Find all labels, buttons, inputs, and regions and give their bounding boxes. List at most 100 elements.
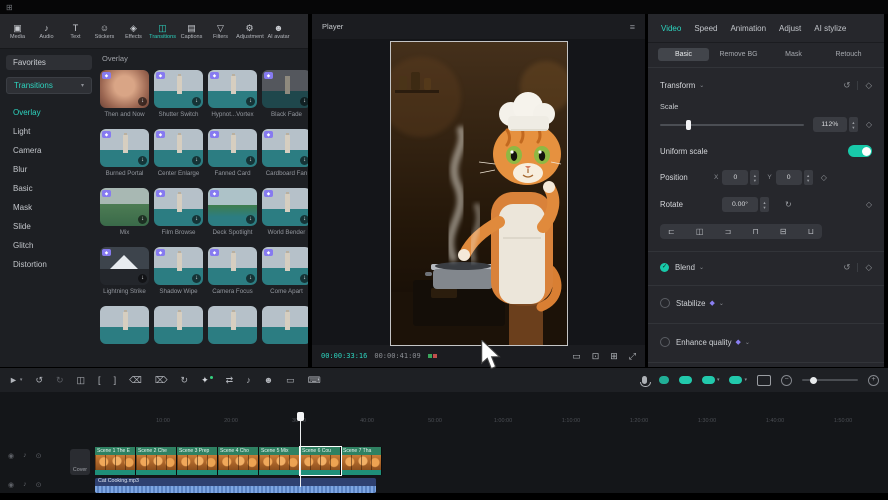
stabilize-checkbox[interactable] xyxy=(660,298,670,308)
download-icon[interactable]: ↓ xyxy=(300,215,308,224)
align-right-icon[interactable]: ⊐ xyxy=(725,227,732,236)
zoom-in-icon[interactable]: + xyxy=(868,375,879,386)
tab-effects[interactable]: ◈Effects xyxy=(119,22,148,40)
video-frame[interactable] xyxy=(391,42,567,345)
uniform-scale-toggle[interactable] xyxy=(848,145,872,157)
tab-captions[interactable]: ▤Captions xyxy=(177,22,206,40)
subtab-basic[interactable]: Basic xyxy=(658,48,709,61)
lock-track-icon[interactable]: ⊙ xyxy=(36,452,42,460)
clip-scene-5[interactable]: Scene 5 Mix xyxy=(259,447,300,475)
audio-extract-button[interactable]: ♪ xyxy=(246,375,251,385)
tab-speed[interactable]: Speed xyxy=(694,24,717,33)
align-center-h-icon[interactable]: ◫ xyxy=(696,227,704,236)
tab-ai-stylize[interactable]: AI stylize xyxy=(814,24,846,33)
rotate-value[interactable]: 0.00° xyxy=(722,197,758,212)
collection-dropdown[interactable]: Transitions ▾ xyxy=(6,77,92,94)
transition-item[interactable] xyxy=(262,306,308,344)
category-mask[interactable]: Mask xyxy=(6,198,92,217)
mute-track-icon[interactable]: ♪ xyxy=(23,481,27,489)
align-bottom-icon[interactable]: ⊔ xyxy=(808,227,814,236)
stabilize-label[interactable]: Stabilize xyxy=(676,299,705,308)
fullscreen-icon[interactable]: ⤢ xyxy=(629,351,636,362)
tab-stickers[interactable]: ☺Stickers xyxy=(90,22,119,40)
tab-adjustment[interactable]: ⚙Adjustment xyxy=(235,22,264,40)
screen-view-icon[interactable] xyxy=(757,375,771,386)
link-clips-toggle[interactable]: ▾ xyxy=(702,376,720,384)
category-distortion[interactable]: Distortion xyxy=(6,255,92,274)
trim-left-button[interactable]: [ xyxy=(98,375,101,385)
transition-item[interactable]: ◆↓Burned Portal xyxy=(100,129,149,177)
player-menu-icon[interactable]: ≡ xyxy=(630,22,635,32)
keyboard-shortcuts-button[interactable]: ⌨ xyxy=(308,375,321,386)
auto-snap-toggle[interactable] xyxy=(679,376,692,384)
trim-right-button[interactable]: ] xyxy=(114,375,117,385)
align-left-icon[interactable]: ⊏ xyxy=(668,227,675,236)
clip-scene-1[interactable]: Scene 1 The E xyxy=(95,447,136,475)
audio-clip[interactable]: Cat Cooking.mp3 xyxy=(95,478,376,493)
download-icon[interactable]: ↓ xyxy=(300,274,308,283)
hide-track-icon[interactable]: ◉ xyxy=(8,481,14,489)
tab-media[interactable]: ▣Media xyxy=(3,22,32,40)
clip-scene-3[interactable]: Scene 3 Prep xyxy=(177,447,218,475)
position-y-value[interactable]: 0 xyxy=(776,170,802,185)
transition-item[interactable] xyxy=(100,306,149,344)
mic-record-icon[interactable] xyxy=(642,376,647,384)
category-camera[interactable]: Camera xyxy=(6,141,92,160)
transition-item[interactable] xyxy=(154,306,203,344)
timeline-zoom-slider[interactable] xyxy=(802,379,858,381)
transition-item[interactable] xyxy=(208,306,257,344)
transition-item[interactable]: ◆↓Come Apart xyxy=(262,247,308,295)
download-icon[interactable]: ↓ xyxy=(246,274,255,283)
subtab-mask[interactable]: Mask xyxy=(768,48,819,61)
keyframe-scale-icon[interactable]: ◇ xyxy=(866,120,872,129)
delete-right-button[interactable]: ⌦ xyxy=(155,375,168,386)
tab-filters[interactable]: ▽Filters xyxy=(206,22,235,40)
snapshot-icon[interactable]: ⊡ xyxy=(592,351,600,362)
download-icon[interactable]: ↓ xyxy=(192,215,201,224)
transition-item[interactable]: ◆↓Film Browse xyxy=(154,188,203,236)
category-blur[interactable]: Blur xyxy=(6,160,92,179)
enhance-quality-label[interactable]: Enhance quality xyxy=(676,338,731,347)
transition-item[interactable]: ◆↓Center Enlarge xyxy=(154,129,203,177)
quality-grid-icon[interactable]: ⊞ xyxy=(610,351,618,362)
category-light[interactable]: Light xyxy=(6,122,92,141)
ai-wand-button[interactable]: ✦ xyxy=(201,375,213,386)
transition-item[interactable]: ◆↓World Bender xyxy=(262,188,308,236)
transition-item[interactable]: ◆↓Hypnot...Vortex xyxy=(208,70,257,118)
tab-video[interactable]: Video xyxy=(661,24,681,33)
keyframe-transform-icon[interactable]: ◇ xyxy=(865,80,872,91)
download-icon[interactable]: ↓ xyxy=(138,274,147,283)
scale-value[interactable]: 112% xyxy=(813,117,847,132)
transform-section-label[interactable]: Transform xyxy=(660,81,695,90)
subtab-retouch[interactable]: Retouch xyxy=(823,48,874,61)
favorites-button[interactable]: Favorites xyxy=(6,55,92,70)
scale-slider-handle[interactable] xyxy=(686,120,691,130)
tab-audio[interactable]: ♪Audio xyxy=(32,22,61,40)
tab-ai-avatar[interactable]: ☻AI avatar xyxy=(264,22,293,40)
transition-item[interactable]: ◆↓Deck Spotlight xyxy=(208,188,257,236)
keyframe-rotate-icon[interactable]: ◇ xyxy=(866,200,872,209)
cover-button[interactable]: Cover xyxy=(70,449,90,475)
tab-animation[interactable]: Animation xyxy=(730,24,766,33)
mute-track-icon[interactable]: ♪ xyxy=(23,452,27,460)
category-overlay[interactable]: Overlay xyxy=(6,103,92,122)
download-icon[interactable]: ↓ xyxy=(300,97,308,106)
tab-adjust[interactable]: Adjust xyxy=(779,24,801,33)
loop-button[interactable]: ↻ xyxy=(181,375,189,386)
clip-scene-6-selected[interactable]: Scene 6 Cou xyxy=(300,447,341,475)
download-icon[interactable]: ↓ xyxy=(192,156,201,165)
timeline-ruler[interactable]: 10:00 20:00 30:00 40:00 50:00 1:00:00 1:… xyxy=(0,418,888,430)
redo-button[interactable]: ↻ xyxy=(56,375,64,386)
extract-person-button[interactable]: ☻ xyxy=(264,375,273,385)
tab-transitions[interactable]: ◫Transitions xyxy=(148,22,177,40)
align-middle-icon[interactable]: ⊟ xyxy=(780,227,787,236)
transition-item[interactable]: ◆↓Shutter Switch xyxy=(154,70,203,118)
magnetic-track-toggle[interactable] xyxy=(659,376,669,384)
transition-item[interactable]: ◆↓Mix xyxy=(100,188,149,236)
scale-stepper[interactable]: ▴▾ xyxy=(849,117,858,132)
transition-item[interactable]: ◆↓Cardboard Fan xyxy=(262,129,308,177)
keyframe-blend-icon[interactable]: ◇ xyxy=(865,262,872,273)
download-icon[interactable]: ↓ xyxy=(246,156,255,165)
tab-text[interactable]: TText xyxy=(61,22,90,40)
playhead-handle[interactable] xyxy=(297,412,304,421)
